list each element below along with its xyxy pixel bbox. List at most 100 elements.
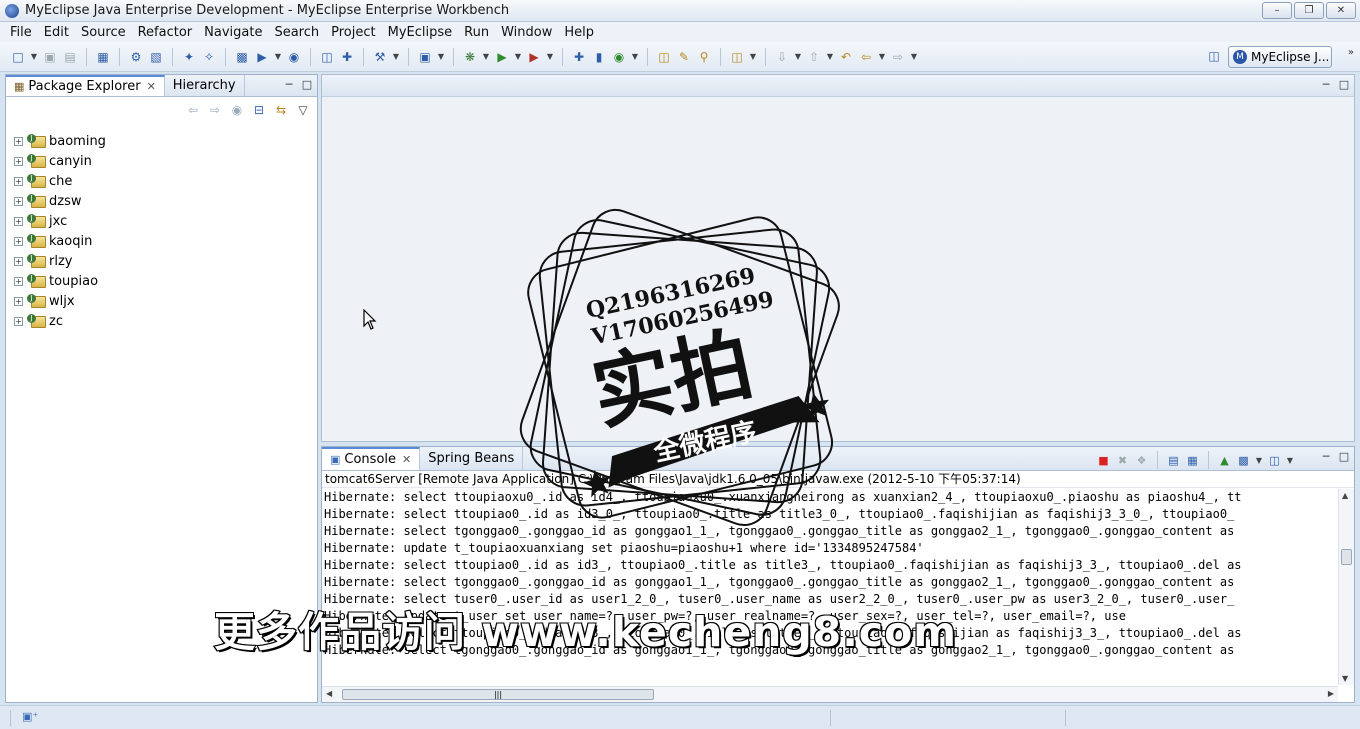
scrollbar-thumb[interactable]: ||| — [342, 689, 654, 700]
server-run-icon[interactable]: ▶ — [254, 49, 270, 65]
link-with-editor-icon[interactable]: ⇆ — [273, 102, 289, 118]
expand-icon[interactable]: + — [14, 276, 23, 286]
open-console-dropdown-icon[interactable]: ▼ — [1286, 456, 1294, 465]
expand-icon[interactable]: + — [14, 196, 23, 206]
open-task-icon[interactable]: ✎ — [676, 49, 692, 65]
new-package-icon[interactable]: ▮ — [591, 49, 607, 65]
tree-item[interactable]: + toupiao — [6, 271, 317, 291]
back-icon[interactable]: ⇦ — [185, 102, 201, 118]
expand-icon[interactable]: + — [14, 176, 23, 186]
tree-item[interactable]: + dzsw — [6, 191, 317, 211]
minimize-view-icon[interactable]: ─ — [1320, 450, 1332, 463]
expand-icon[interactable]: + — [14, 256, 23, 266]
minimize-button[interactable]: – — [1262, 2, 1292, 19]
scroll-down-icon[interactable]: ▼ — [1342, 674, 1348, 683]
expand-icon[interactable]: + — [14, 296, 23, 306]
new-class-dropdown-icon[interactable]: ▼ — [631, 52, 639, 61]
minimize-view-icon[interactable]: ─ — [1320, 78, 1332, 91]
previous-annotation-icon[interactable]: ⇧ — [806, 49, 822, 65]
print-icon[interactable]: ▤ — [62, 49, 78, 65]
menu-run[interactable]: Run — [458, 25, 495, 40]
next-annotation-dropdown-icon[interactable]: ▼ — [794, 52, 802, 61]
deploy-projects-icon[interactable]: ▩ — [234, 49, 250, 65]
scroll-lock-icon[interactable]: ▦ — [1185, 453, 1200, 468]
save-icon[interactable]: ▣ — [42, 49, 58, 65]
editor-area[interactable]: ─ □ — [321, 74, 1355, 442]
expand-icon[interactable]: + — [14, 316, 23, 326]
tree-item[interactable]: + jxc — [6, 211, 317, 231]
new-web-project-icon[interactable]: ✦ — [181, 49, 197, 65]
tree-item[interactable]: + rlzy — [6, 251, 317, 271]
deploy-icon[interactable]: ⚙ — [128, 49, 144, 65]
screenshot-icon[interactable]: ▣ — [417, 49, 433, 65]
expand-icon[interactable]: + — [14, 216, 23, 226]
search-icon[interactable]: ⚲ — [696, 49, 712, 65]
package-icon[interactable]: ▦ — [95, 49, 111, 65]
menu-myeclipse[interactable]: MyEclipse — [382, 25, 459, 40]
expand-icon[interactable]: + — [14, 136, 23, 146]
folder-dropdown-icon[interactable]: ▼ — [749, 52, 757, 61]
perspective-more-icon[interactable]: » — [1348, 47, 1354, 58]
display-console-dropdown-icon[interactable]: ▼ — [1255, 456, 1263, 465]
expand-icon[interactable]: + — [14, 156, 23, 166]
close-icon[interactable]: ✕ — [402, 453, 411, 466]
new-class-icon[interactable]: ◉ — [611, 49, 627, 65]
scroll-right-icon[interactable]: ▶ — [1328, 689, 1334, 698]
view-menu-icon[interactable]: ▽ — [295, 102, 311, 118]
remove-all-icon[interactable]: ❖ — [1134, 453, 1149, 468]
clear-console-icon[interactable]: ▤ — [1166, 453, 1181, 468]
close-button[interactable]: ✕ — [1326, 2, 1356, 19]
external-tools-icon[interactable]: ▶ — [526, 49, 542, 65]
run-icon[interactable]: ▶ — [494, 49, 510, 65]
screenshot-dropdown-icon[interactable]: ▼ — [437, 52, 445, 61]
forward-dropdown-icon[interactable]: ▼ — [910, 52, 918, 61]
tab-hierarchy[interactable]: Hierarchy — [165, 75, 245, 96]
scrollbar-thumb[interactable] — [1341, 549, 1352, 565]
forward-icon[interactable]: ⇨ — [207, 102, 223, 118]
folder-icon[interactable]: ◫ — [729, 49, 745, 65]
forward-icon[interactable]: ⇨ — [890, 49, 906, 65]
menu-search[interactable]: Search — [268, 25, 325, 40]
tree-item[interactable]: + kaoqin — [6, 231, 317, 251]
tools-dropdown-icon[interactable]: ▼ — [392, 52, 400, 61]
menu-project[interactable]: Project — [325, 25, 381, 40]
tree-item[interactable]: + che — [6, 171, 317, 191]
collapse-all-icon[interactable]: ⊟ — [251, 102, 267, 118]
tree-item[interactable]: + wljx — [6, 291, 317, 311]
server-icon[interactable]: ▧ — [148, 49, 164, 65]
open-type-icon[interactable]: ◫ — [656, 49, 672, 65]
back-icon[interactable]: ⇦ — [858, 49, 874, 65]
maximize-view-icon[interactable]: □ — [301, 78, 313, 91]
restore-button[interactable]: ❐ — [1294, 2, 1324, 19]
maximize-view-icon[interactable]: □ — [1338, 450, 1350, 463]
tab-console[interactable]: ▣ Console ✕ — [322, 447, 421, 470]
perspective-switcher[interactable]: M MyEclipse J... — [1228, 46, 1332, 68]
add-icon[interactable]: ✚ — [339, 49, 355, 65]
remove-launch-icon[interactable]: ✖ — [1115, 453, 1130, 468]
new-java-project-icon[interactable]: ✚ — [571, 49, 587, 65]
open-perspective-icon[interactable]: ◫ — [1206, 49, 1222, 65]
debug-dropdown-icon[interactable]: ▼ — [482, 52, 490, 61]
console-output[interactable]: Hibernate: select ttoupiaoxu0_.id as id4… — [322, 489, 1338, 685]
terminate-icon[interactable]: ■ — [1096, 453, 1111, 468]
tree-item[interactable]: + baoming — [6, 131, 317, 151]
horizontal-scrollbar[interactable]: ◀ ||| ▶ — [322, 686, 1338, 702]
up-icon[interactable]: ◉ — [229, 102, 245, 118]
vertical-scrollbar[interactable]: ▲ ▼ — [1338, 489, 1354, 685]
menu-file[interactable]: File — [4, 25, 38, 40]
previous-annotation-dropdown-icon[interactable]: ▼ — [826, 52, 834, 61]
tree-item[interactable]: + canyin — [6, 151, 317, 171]
next-annotation-icon[interactable]: ⇩ — [774, 49, 790, 65]
tools-icon[interactable]: ⚒ — [372, 49, 388, 65]
new-icon[interactable]: □ — [10, 49, 26, 65]
pin-console-icon[interactable]: ▲ — [1217, 453, 1232, 468]
menu-help[interactable]: Help — [558, 25, 600, 40]
run-dropdown-icon[interactable]: ▼ — [514, 52, 522, 61]
expand-icon[interactable]: + — [14, 236, 23, 246]
open-console-icon[interactable]: ◫ — [1267, 453, 1282, 468]
debug-icon[interactable]: ❋ — [462, 49, 478, 65]
maximize-view-icon[interactable]: □ — [1338, 78, 1350, 91]
scroll-left-icon[interactable]: ◀ — [326, 689, 332, 698]
scroll-up-icon[interactable]: ▲ — [1342, 491, 1348, 500]
open-folder-icon[interactable]: ◫ — [319, 49, 335, 65]
